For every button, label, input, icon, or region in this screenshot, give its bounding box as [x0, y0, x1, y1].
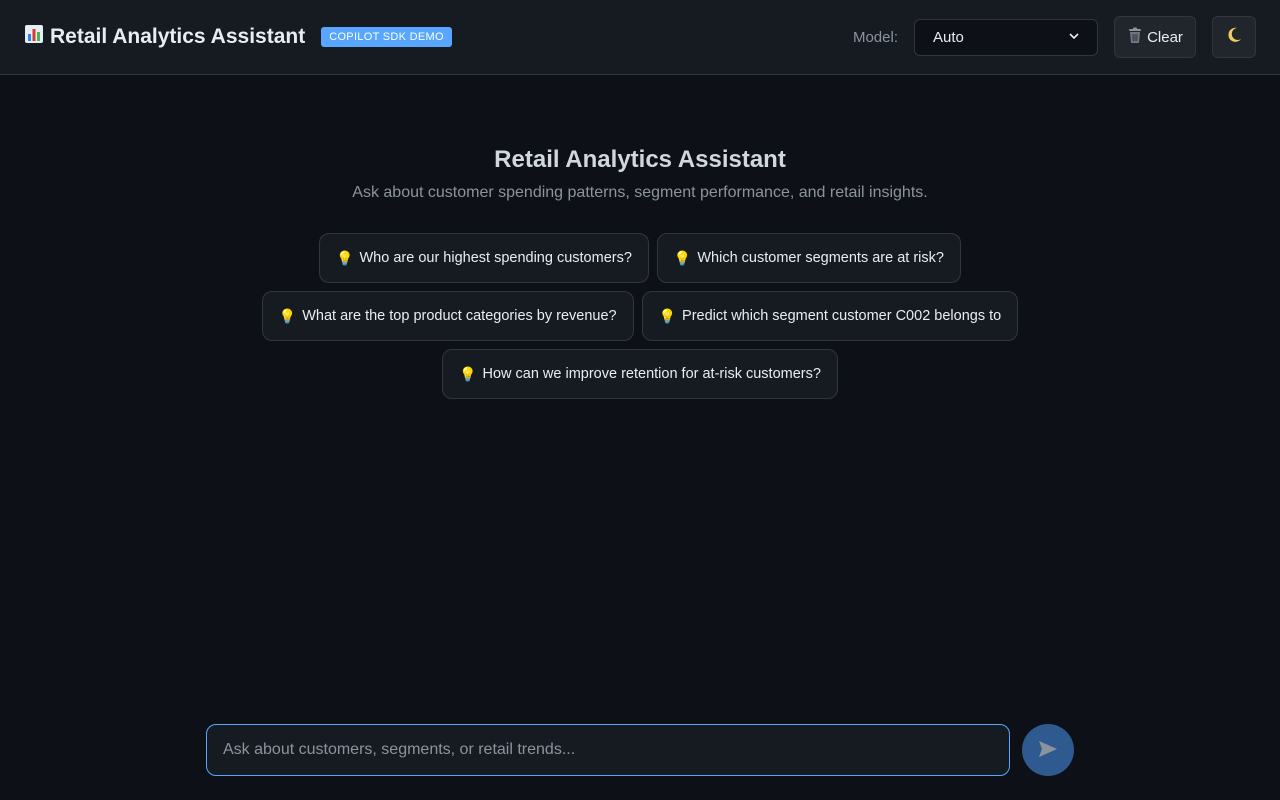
- suggestion-text: Who are our highest spending customers?: [359, 250, 632, 266]
- clear-button-label: Clear: [1147, 28, 1183, 46]
- app-header: Retail Analytics Assistant COPILOT SDK D…: [0, 0, 1280, 75]
- welcome-title: Retail Analytics Assistant: [494, 146, 786, 173]
- suggestion-text: Predict which segment customer C002 belo…: [682, 308, 1002, 324]
- app-title: Retail Analytics Assistant: [24, 24, 305, 50]
- suggestion-chip[interactable]: 💡 What are the top product categories by…: [261, 291, 634, 341]
- model-select[interactable]: Auto: [914, 18, 1098, 56]
- welcome-section: Retail Analytics Assistant Ask about cus…: [0, 146, 1280, 202]
- app-title-text: Retail Analytics Assistant: [50, 25, 306, 48]
- suggestion-text: Which customer segments are at risk?: [697, 250, 944, 266]
- moon-icon: [1225, 26, 1243, 49]
- brand: Retail Analytics Assistant COPILOT SDK D…: [24, 24, 452, 50]
- trash-icon: [1127, 27, 1143, 48]
- suggestion-chip[interactable]: 💡 Predict which segment customer C002 be…: [641, 291, 1019, 341]
- chevron-down-icon: [1069, 31, 1079, 43]
- welcome-subtitle: Ask about customer spending patterns, se…: [352, 184, 928, 201]
- suggestion-chip[interactable]: 💡 How can we improve retention for at-ri…: [442, 349, 838, 399]
- lightbulb-icon: 💡: [278, 307, 297, 324]
- send-icon: [1038, 740, 1058, 761]
- chat-composer: [206, 724, 1074, 776]
- model-label: Model:: [852, 28, 898, 46]
- lightbulb-icon: 💡: [673, 249, 692, 266]
- suggestion-text: What are the top product categories by r…: [302, 308, 617, 324]
- suggestion-text: How can we improve retention for at-risk…: [482, 366, 821, 382]
- lightbulb-icon: 💡: [336, 249, 354, 266]
- send-button[interactable]: [1022, 724, 1074, 776]
- demo-badge: COPILOT SDK DEMO: [321, 27, 452, 47]
- suggestion-list: 💡 Who are our highest spending customers…: [240, 233, 1040, 399]
- theme-toggle-button[interactable]: [1212, 16, 1256, 58]
- chat-input[interactable]: [206, 724, 1010, 776]
- suggestion-chip[interactable]: 💡 Who are our highest spending customers…: [319, 233, 649, 283]
- header-controls: Model: Auto Clear: [853, 16, 1256, 58]
- lightbulb-icon: 💡: [658, 307, 677, 324]
- lightbulb-icon: 💡: [459, 365, 477, 382]
- suggestion-chip[interactable]: 💡 Which customer segments are at risk?: [656, 233, 961, 283]
- bar-chart-icon: [24, 24, 44, 50]
- model-selected-value: Auto: [933, 28, 964, 46]
- clear-button[interactable]: Clear: [1114, 16, 1196, 58]
